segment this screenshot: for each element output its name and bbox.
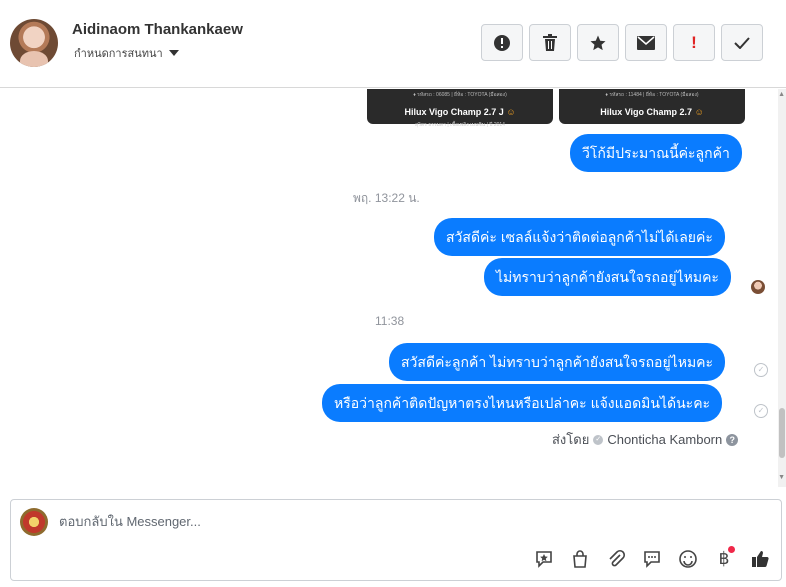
saved-reply-icon (536, 551, 552, 568)
reply-composer: ฿ (10, 499, 782, 581)
product-card-code: ♦ รหัสรถ : 06085 | ยี่ห้อ : TOYOTA (มือส… (413, 92, 507, 98)
contact-avatar[interactable] (10, 19, 58, 67)
contact-name[interactable]: Aidinaom Thankankaew (72, 21, 243, 38)
chat-bubble-icon (644, 551, 660, 568)
star-icon (590, 35, 606, 50)
delete-button[interactable] (529, 24, 571, 61)
timestamp: 11:38 (375, 314, 405, 328)
sent-check-icon: ✓ (754, 404, 768, 418)
like-button[interactable] (749, 548, 771, 570)
verified-badge-icon: ✓ (593, 434, 604, 445)
message-bubble[interactable]: สวัสดีค่ะ เซลล์แจ้งว่าติดต่อลูกค้าไม่ได้… (434, 218, 725, 256)
caret-down-icon (168, 50, 179, 56)
baht-icon: ฿ (718, 549, 730, 568)
notification-dot (728, 546, 735, 553)
star-button[interactable] (577, 24, 619, 61)
timestamp: พฤ. 13:22 น. (353, 191, 420, 205)
header-actions: ! (481, 24, 763, 61)
message-thread[interactable]: ♦ รหัสรถ : 06085 | ยี่ห้อ : TOYOTA (มือส… (0, 89, 778, 487)
attach-button[interactable] (605, 548, 627, 570)
scroll-down-arrow-icon[interactable]: ▼ (778, 474, 785, 481)
message-bubble[interactable]: วีโก้มีประมาณนี้ค่ะลูกค้า (570, 134, 742, 172)
paperclip-icon (609, 549, 626, 567)
mark-done-button[interactable] (721, 24, 763, 61)
alert-circle-icon (494, 34, 510, 51)
product-card[interactable]: ♦ รหัสรถ : 11484 | ยี่ห้อ : TOYOTA (มือส… (559, 89, 745, 124)
message-bubble[interactable]: สวัสดีค่ะลูกค้า ไม่ทราบว่าลูกค้ายังสนใจร… (389, 343, 726, 381)
emoji-button[interactable] (677, 548, 699, 570)
message-bubble[interactable]: ไม่ทราบว่าลูกค้ายังสนใจรถอยู่ไหมคะ (484, 258, 731, 296)
quick-reply-button[interactable] (641, 548, 663, 570)
scrollbar-thumb[interactable] (779, 408, 785, 458)
shop-button[interactable] (569, 548, 591, 570)
trash-icon (543, 33, 557, 51)
seen-avatar (751, 280, 765, 294)
shopping-bag-icon (573, 550, 587, 568)
smiley-icon (679, 550, 697, 568)
sent-by-agent: Chonticha Kamborn (607, 432, 723, 447)
sent-by-prefix: ส่งโดย (552, 432, 590, 447)
message-bubble[interactable]: หรือว่าลูกค้าติดปัญหาตรงไหนหรือเปล่าคะ แ… (322, 384, 723, 422)
mark-unread-button[interactable] (625, 24, 667, 61)
page-avatar (20, 508, 48, 536)
help-icon[interactable]: ? (726, 433, 739, 446)
thumbs-up-icon (752, 551, 769, 568)
product-card[interactable]: ♦ รหัสรถ : 06085 | ยี่ห้อ : TOYOTA (มือส… (367, 89, 553, 128)
conversation-header: Aidinaom Thankankaew กำหนดการสนทนา ! (0, 0, 786, 88)
composer-toolbar: ฿ (533, 546, 771, 570)
verified-icon: ☺ (694, 107, 704, 117)
sent-by-line: ส่งโดย ✓ Chonticha Kamborn ? (552, 429, 739, 450)
assign-conversation-label: กำหนดการสนทนา (74, 48, 163, 60)
mark-spam-button[interactable] (481, 24, 523, 61)
product-card-title: Hilux Vigo Champ 2.7 J (404, 107, 504, 117)
saved-reply-button[interactable] (533, 548, 555, 570)
reply-input[interactable] (59, 514, 659, 529)
checkmark-icon (734, 36, 750, 49)
product-card-title: Hilux Vigo Champ 2.7 (600, 107, 693, 117)
product-card-meta: สุวิตร ธรรมดา | เชื้อเพลิง เบนซิน | ปี 2… (415, 122, 505, 128)
sent-check-icon: ✓ (754, 363, 768, 377)
flag-important-button[interactable]: ! (673, 24, 715, 61)
envelope-icon (637, 35, 655, 50)
verified-icon: ☺ (506, 107, 516, 117)
payment-button[interactable]: ฿ (713, 546, 735, 570)
assign-conversation-dropdown[interactable]: กำหนดการสนทนา (74, 44, 179, 62)
scroll-up-arrow-icon[interactable]: ▲ (778, 91, 785, 98)
product-card-code: ♦ รหัสรถ : 11484 | ยี่ห้อ : TOYOTA (มือส… (605, 92, 699, 98)
exclamation-icon: ! (691, 32, 697, 52)
